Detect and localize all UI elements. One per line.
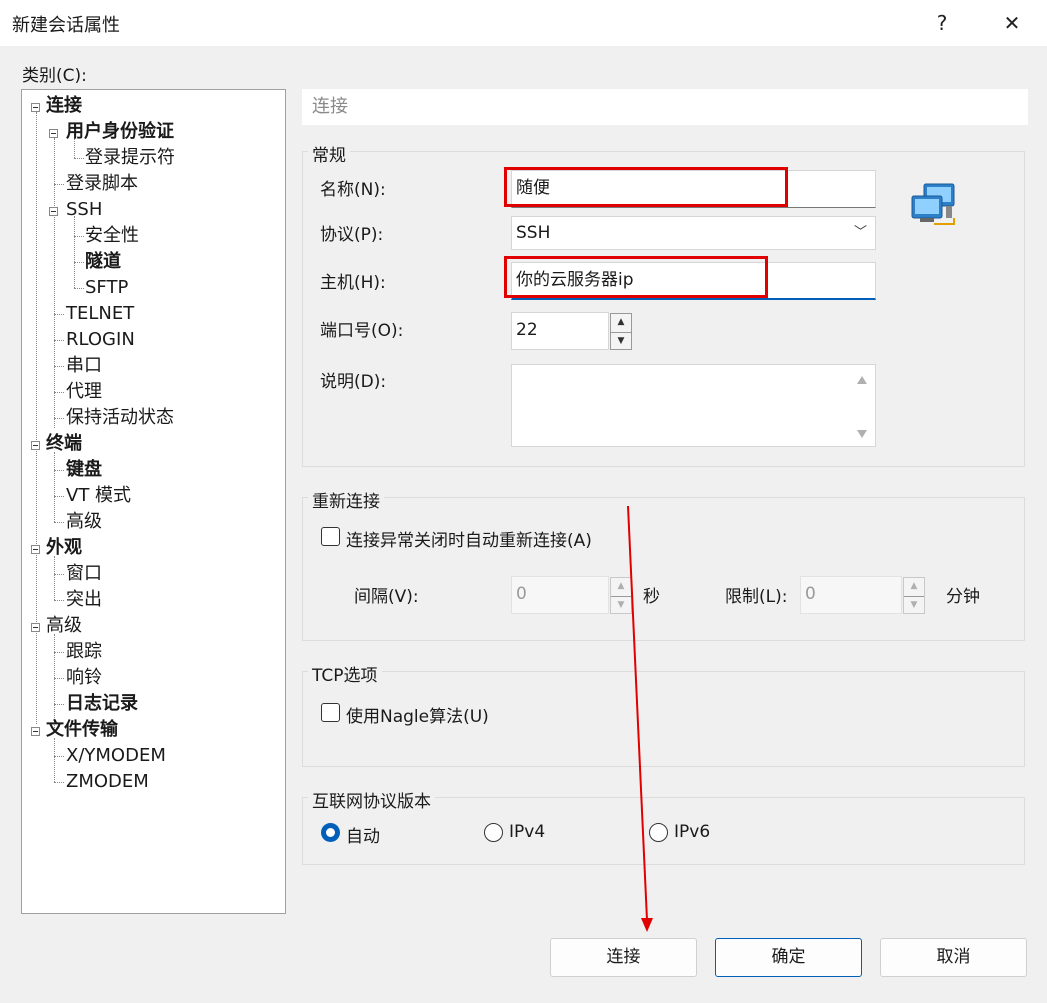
tree-item-trace[interactable]: 跟踪 bbox=[66, 640, 102, 664]
description-label: 说明(D): bbox=[320, 372, 387, 392]
tree-item-advanced[interactable]: 高级 bbox=[46, 614, 82, 638]
tree-item-appearance[interactable]: 外观 bbox=[46, 536, 82, 560]
host-label: 主机(H): bbox=[320, 273, 386, 293]
tree-item-tunnels[interactable]: 隧道 bbox=[85, 250, 121, 274]
tree-item-highlight[interactable]: 突出 bbox=[66, 588, 102, 612]
port-up-icon[interactable]: ▲ bbox=[611, 314, 631, 333]
tree-item-terminal-advanced[interactable]: 高级 bbox=[66, 510, 102, 534]
tree-item-rlogin[interactable]: RLOGIN bbox=[66, 328, 135, 352]
protocol-select[interactable]: SSH ﹀ bbox=[511, 216, 876, 250]
limit-up-icon[interactable]: ▲ bbox=[904, 578, 924, 597]
help-button[interactable]: ? bbox=[922, 8, 962, 38]
port-field[interactable]: 22 bbox=[511, 312, 609, 350]
port-down-icon[interactable]: ▼ bbox=[611, 333, 631, 351]
tree-item-serial[interactable]: 串口 bbox=[66, 354, 102, 378]
tree-item-bell[interactable]: 响铃 bbox=[66, 666, 102, 690]
category-tree[interactable]: 连接 用户身份验证 登录提示符 登录脚本 SSH 安全性 隧道 SFTP TEL… bbox=[21, 89, 286, 914]
network-computers-icon bbox=[910, 182, 962, 230]
port-label: 端口号(O): bbox=[320, 321, 404, 341]
tree-item-logging[interactable]: 日志记录 bbox=[66, 692, 138, 716]
section-title: 连接 bbox=[302, 89, 1028, 125]
tree-item-zmodem[interactable]: ZMODEM bbox=[66, 770, 149, 794]
chevron-down-icon: ﹀ bbox=[853, 225, 867, 240]
tree-item-proxy[interactable]: 代理 bbox=[66, 380, 102, 404]
annotation-arrow-icon bbox=[627, 505, 653, 932]
ipv6-label: IPv6 bbox=[674, 822, 711, 842]
tree-item-vt-mode[interactable]: VT 模式 bbox=[66, 484, 131, 508]
interval-label: 间隔(V): bbox=[354, 587, 419, 607]
tree-item-sftp[interactable]: SFTP bbox=[85, 276, 128, 300]
ip-auto-label: 自动 bbox=[346, 827, 380, 847]
ip-version-group-title: 互联网协议版本 bbox=[308, 787, 435, 812]
scroll-up-icon[interactable] bbox=[857, 376, 867, 384]
connect-button[interactable]: 连接 bbox=[550, 938, 697, 977]
collapse-filetransfer-icon[interactable] bbox=[31, 727, 40, 736]
general-group-title: 常规 bbox=[308, 141, 350, 166]
limit-stepper[interactable]: ▲ ▼ bbox=[903, 577, 925, 614]
collapse-auth-icon[interactable] bbox=[49, 129, 58, 138]
nagle-checkbox[interactable] bbox=[321, 703, 340, 722]
tree-item-ssh[interactable]: SSH bbox=[66, 198, 102, 222]
auto-reconnect-checkbox[interactable] bbox=[321, 527, 340, 546]
limit-label: 限制(L): bbox=[725, 587, 788, 607]
tree-item-file-transfer[interactable]: 文件传输 bbox=[46, 718, 118, 742]
collapse-appearance-icon[interactable] bbox=[31, 545, 40, 554]
auto-reconnect-label: 连接异常关闭时自动重新连接(A) bbox=[346, 531, 592, 551]
tree-item-window[interactable]: 窗口 bbox=[66, 562, 102, 586]
host-highlight-box bbox=[504, 256, 768, 298]
ipv4-radio[interactable] bbox=[484, 823, 503, 842]
collapse-ssh-icon[interactable] bbox=[49, 207, 58, 216]
ok-button[interactable]: 确定 bbox=[715, 938, 862, 977]
tree-item-terminal[interactable]: 终端 bbox=[46, 432, 82, 456]
limit-field[interactable]: 0 bbox=[800, 576, 902, 614]
name-label: 名称(N): bbox=[320, 180, 386, 200]
category-label: 类别(C): bbox=[22, 66, 87, 86]
protocol-label: 协议(P): bbox=[320, 225, 384, 245]
name-highlight-box bbox=[504, 167, 788, 207]
port-stepper[interactable]: ▲ ▼ bbox=[610, 313, 632, 350]
limit-unit: 分钟 bbox=[946, 587, 980, 607]
close-button[interactable]: ✕ bbox=[992, 8, 1032, 38]
interval-field[interactable]: 0 bbox=[511, 576, 609, 614]
limit-down-icon[interactable]: ▼ bbox=[904, 597, 924, 615]
collapse-connection-icon[interactable] bbox=[31, 103, 40, 112]
tree-item-security[interactable]: 安全性 bbox=[85, 224, 139, 248]
ipv4-label: IPv4 bbox=[509, 822, 546, 842]
tree-item-login-prompts[interactable]: 登录提示符 bbox=[85, 146, 175, 170]
reconnect-group-title: 重新连接 bbox=[308, 487, 384, 512]
description-field[interactable] bbox=[511, 364, 876, 447]
tree-item-keyboard[interactable]: 键盘 bbox=[66, 458, 102, 482]
scroll-down-icon[interactable] bbox=[857, 430, 867, 438]
collapse-terminal-icon[interactable] bbox=[31, 441, 40, 450]
tree-item-login-script[interactable]: 登录脚本 bbox=[66, 172, 138, 196]
tree-item-connection[interactable]: 连接 bbox=[46, 94, 82, 118]
tree-item-telnet[interactable]: TELNET bbox=[66, 302, 134, 326]
window-title: 新建会话属性 bbox=[12, 15, 120, 36]
cancel-button[interactable]: 取消 bbox=[880, 938, 1027, 977]
tree-item-user-auth[interactable]: 用户身份验证 bbox=[66, 120, 174, 144]
tree-item-xymodem[interactable]: X/YMODEM bbox=[66, 744, 166, 768]
title-bar bbox=[0, 0, 1047, 46]
nagle-label: 使用Nagle算法(U) bbox=[346, 707, 489, 727]
collapse-advanced-icon[interactable] bbox=[31, 623, 40, 632]
ip-auto-radio[interactable] bbox=[321, 823, 340, 842]
tree-item-keepalive[interactable]: 保持活动状态 bbox=[66, 406, 174, 430]
tcp-group-title: TCP选项 bbox=[308, 661, 382, 686]
protocol-select-value: SSH bbox=[516, 223, 551, 243]
